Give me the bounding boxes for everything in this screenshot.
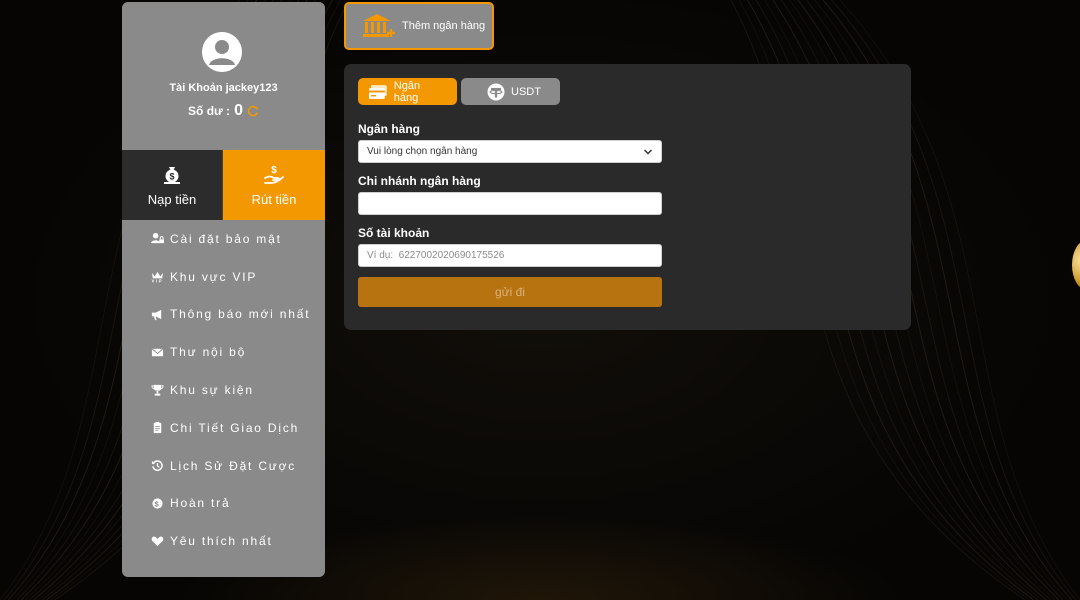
dollar-circle-icon: $ <box>150 496 164 510</box>
withdraw-button[interactable]: $ Rút tiền <box>223 150 325 220</box>
sidebar-item-label: Thông báo mới nhất <box>170 307 311 322</box>
bank-select-value: Vui lòng chọn ngân hàng <box>367 146 478 157</box>
withdraw-label: Rút tiền <box>251 191 297 207</box>
sidebar-item-bet-history[interactable]: Lịch Sử Đặt Cược <box>122 447 325 485</box>
bank-select[interactable]: Vui lòng chọn ngân hàng <box>358 140 662 163</box>
sidebar-item-announcements[interactable]: Thông báo mới nhất <box>122 296 325 334</box>
bank-card-icon <box>368 84 387 99</box>
branch-label: Chi nhánh ngân hàng <box>358 174 481 188</box>
sidebar-item-label: Yêu thích nhất <box>170 534 273 549</box>
add-bank-label: Thêm ngân hàng <box>402 20 486 32</box>
sidebar: Tài Khoản jackey123 Số dư : 0 $ Nạp tiền <box>122 2 325 577</box>
tab-usdt-label: USDT <box>511 85 541 98</box>
account-type-tabs: Ngân hàng USDT <box>358 78 560 105</box>
sidebar-item-vip[interactable]: VIP Khu vực VIP <box>122 258 325 296</box>
account-number-input[interactable] <box>358 244 662 267</box>
sidebar-item-label: Khu vực VIP <box>170 269 258 284</box>
sidebar-item-transactions[interactable]: Chi Tiết Giao Dịch <box>122 409 325 447</box>
envelope-icon <box>150 345 164 359</box>
sidebar-item-label: Cài đặt bảo mật <box>170 231 282 246</box>
heart-icon <box>150 534 164 548</box>
sidebar-item-label: Chi Tiết Giao Dịch <box>170 420 300 435</box>
sidebar-item-security[interactable]: Cài đặt bảo mật <box>122 220 325 258</box>
svg-text:$: $ <box>154 499 160 508</box>
user-avatar-icon <box>202 32 242 72</box>
bank-form-panel: Ngân hàng USDT Ngân hàng Vui lòng chọn n… <box>344 64 911 330</box>
branch-input[interactable] <box>358 192 662 215</box>
sidebar-item-label: Khu sự kiện <box>170 383 254 398</box>
sidebar-menu: Cài đặt bảo mật VIP Khu vực VIP Thông bá… <box>122 220 325 560</box>
username: Tài Khoản jackey123 <box>169 82 278 94</box>
tab-usdt[interactable]: USDT <box>461 78 560 105</box>
history-icon <box>150 459 164 473</box>
hand-dollar-icon: $ <box>264 165 284 184</box>
profile-card: Tài Khoản jackey123 Số dư : 0 <box>122 2 325 150</box>
sidebar-item-favorites[interactable]: Yêu thích nhất <box>122 522 325 560</box>
refresh-icon[interactable] <box>247 105 259 117</box>
svg-text:$: $ <box>169 171 174 181</box>
crown-vip-icon: VIP <box>150 270 164 284</box>
tab-bank[interactable]: Ngân hàng <box>358 78 457 105</box>
sidebar-item-inbox[interactable]: Thư nội bộ <box>122 333 325 371</box>
sidebar-item-rebate[interactable]: $ Hoàn trả <box>122 485 325 523</box>
sidebar-item-events[interactable]: Khu sự kiện <box>122 371 325 409</box>
svg-text:VIP: VIP <box>151 279 163 283</box>
deposit-label: Nạp tiền <box>147 191 197 207</box>
deposit-button[interactable]: $ Nạp tiền <box>122 150 223 220</box>
clipboard-icon <box>150 421 164 435</box>
chevron-down-icon <box>643 148 653 155</box>
money-bag-icon: $ <box>164 166 180 184</box>
balance-value: 0 <box>234 102 243 119</box>
bank-plus-icon <box>363 14 395 37</box>
user-lock-icon <box>150 232 164 246</box>
sidebar-item-label: Lịch Sử Đặt Cược <box>170 458 297 473</box>
add-bank-button[interactable]: Thêm ngân hàng <box>344 2 494 50</box>
bank-label: Ngân hàng <box>358 122 420 136</box>
tether-icon <box>487 83 505 100</box>
balance-label: Số dư : <box>188 104 231 118</box>
svg-text:$: $ <box>271 165 277 176</box>
submit-button[interactable]: gửi đi <box>358 277 662 307</box>
balance: Số dư : 0 <box>122 102 325 120</box>
megaphone-icon <box>150 307 164 321</box>
trophy-icon <box>150 383 164 397</box>
account-number-label: Số tài khoản <box>358 226 430 240</box>
sidebar-item-label: Hoàn trả <box>170 496 231 511</box>
tab-bank-label: Ngân hàng <box>393 79 421 104</box>
wallet-actions: $ Nạp tiền $ Rút tiền <box>122 150 325 220</box>
sidebar-item-label: Thư nội bộ <box>170 345 247 360</box>
